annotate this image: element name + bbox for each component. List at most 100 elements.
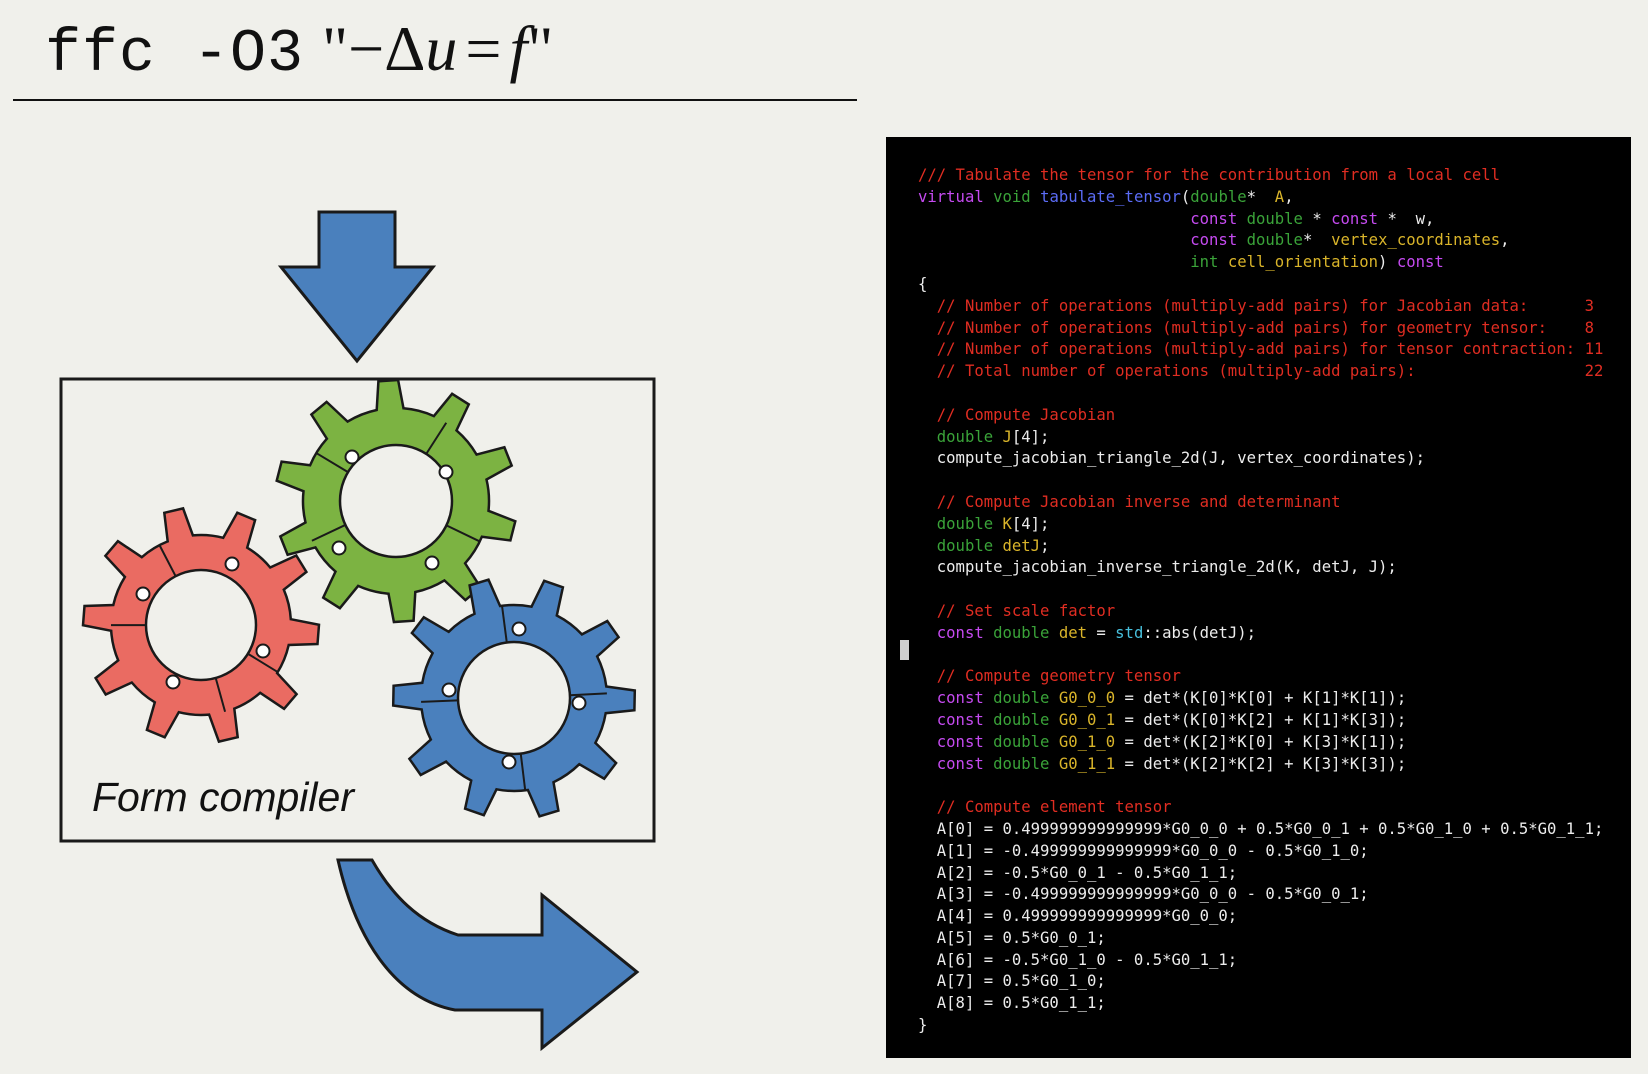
code-line: const double det = std::abs(detJ); bbox=[918, 623, 1603, 645]
code-token: * w, bbox=[1378, 209, 1435, 228]
gear-bolt-hole bbox=[571, 695, 587, 711]
code-token: /// Tabulate the tensor for the contribu… bbox=[918, 166, 1501, 184]
code-line: const double G0_1_0 = det*(K[2]*K[0] + K… bbox=[918, 732, 1603, 754]
code-line: compute_jacobian_triangle_2d(J, vertex_c… bbox=[918, 448, 1603, 470]
gear-bolt-hole bbox=[255, 643, 271, 659]
code-listing: /// Tabulate the tensor for the contribu… bbox=[918, 165, 1603, 1037]
code-line: double J[4]; bbox=[918, 427, 1603, 449]
blue-gear-icon bbox=[391, 578, 637, 818]
minus-sign: − bbox=[348, 13, 385, 84]
code-line: int cell_orientation) const bbox=[918, 252, 1603, 274]
variable-f: f bbox=[509, 13, 528, 84]
code-token: // Compute element tensor bbox=[918, 798, 1172, 817]
code-line: A[8] = 0.5*G0_1_1; bbox=[918, 993, 1603, 1015]
code-token: // Compute Jacobian inverse and determin… bbox=[918, 492, 1341, 511]
code-token: A[7] = 0.5*G0_1_0; bbox=[918, 972, 1106, 991]
code-line: A[5] = 0.5*G0_0_1; bbox=[918, 928, 1603, 950]
code-token: G0_1_1 bbox=[1058, 754, 1116, 773]
code-token: [4]; bbox=[1011, 427, 1050, 446]
code-token: = det*(K[2]*K[2] + K[3]*K[3]); bbox=[1115, 754, 1407, 773]
code-token: , bbox=[1500, 231, 1510, 250]
code-token: double bbox=[993, 689, 1059, 708]
code-token: G0_0_0 bbox=[1058, 689, 1116, 708]
command-text: ffc -O3 bbox=[45, 21, 305, 89]
code-line: { bbox=[918, 274, 1603, 296]
code-token: const bbox=[1190, 231, 1247, 250]
slide-title: ffc -O3 "−Δu = f" bbox=[45, 12, 553, 92]
gear-bolt-hole bbox=[511, 621, 527, 637]
equals-sign: = bbox=[465, 13, 502, 84]
code-line: const double G0_0_0 = det*(K[0]*K[0] + K… bbox=[918, 688, 1603, 710]
code-token: = det*(K[0]*K[0] + K[1]*K[1]); bbox=[1115, 689, 1407, 708]
code-token: A bbox=[1274, 187, 1285, 206]
code-line: double K[4]; bbox=[918, 514, 1603, 536]
gear-bolt-hole bbox=[344, 449, 360, 465]
code-token: detJ bbox=[1002, 536, 1041, 555]
code-line: A[7] = 0.5*G0_1_0; bbox=[918, 971, 1603, 993]
gear-bolt-hole bbox=[438, 464, 454, 480]
code-token: A[6] = -0.5*G0_1_0 - 0.5*G0_1_1; bbox=[918, 950, 1238, 969]
gear-bolt-hole bbox=[441, 682, 457, 698]
code-line: // Compute element tensor bbox=[918, 797, 1603, 819]
gear-bolt-hole bbox=[501, 754, 517, 770]
code-token: // Total number of operations (multiply-… bbox=[918, 362, 1604, 381]
input-arrow-icon bbox=[277, 210, 437, 364]
code-line: compute_jacobian_inverse_triangle_2d(K, … bbox=[918, 557, 1603, 579]
equation: "−Δu = f" bbox=[322, 12, 553, 86]
code-line: A[3] = -0.499999999999999*G0_0_0 - 0.5*G… bbox=[918, 884, 1603, 906]
code-token: * bbox=[1302, 209, 1332, 228]
text-cursor bbox=[900, 640, 909, 660]
code-token: compute_jacobian_triangle_2d(J, vertex_c… bbox=[918, 449, 1425, 468]
code-token: A[1] = -0.499999999999999*G0_0_0 - 0.5*G… bbox=[918, 841, 1369, 860]
code-token: double bbox=[1246, 231, 1303, 250]
code-token: // Number of operations (multiply-add pa… bbox=[918, 340, 1604, 359]
code-token: vertex_coordinates bbox=[1331, 231, 1501, 250]
code-token: double bbox=[1246, 209, 1303, 228]
code-token: const bbox=[1190, 209, 1247, 228]
code-line: A[2] = -0.5*G0_0_1 - 0.5*G0_1_1; bbox=[918, 863, 1603, 885]
laplacian-symbol: Δ bbox=[384, 13, 426, 84]
code-token: // Number of operations (multiply-add pa… bbox=[918, 296, 1594, 315]
code-token: G0_0_1 bbox=[1058, 710, 1116, 729]
code-token: } bbox=[918, 1016, 928, 1035]
code-token: const bbox=[1331, 209, 1379, 228]
code-token: const bbox=[918, 623, 994, 642]
code-token: double bbox=[918, 427, 1003, 446]
code-token: = det*(K[2]*K[0] + K[3]*K[1]); bbox=[1115, 732, 1407, 751]
code-token: A[8] = 0.5*G0_1_1; bbox=[918, 994, 1106, 1013]
code-token: A[3] = -0.499999999999999*G0_0_0 - 0.5*G… bbox=[918, 885, 1369, 904]
code-token: J bbox=[1002, 427, 1012, 446]
code-token: double bbox=[993, 623, 1059, 642]
close-quote: " bbox=[527, 13, 554, 84]
code-token: double bbox=[993, 754, 1059, 773]
gear-bolt-hole bbox=[165, 674, 181, 690]
code-line: A[4] = 0.499999999999999*G0_0_0; bbox=[918, 906, 1603, 928]
code-token: A[4] = 0.499999999999999*G0_0_0; bbox=[918, 907, 1238, 926]
code-token: K bbox=[1002, 514, 1012, 533]
code-token: const bbox=[918, 689, 994, 708]
code-line: // Number of operations (multiply-add pa… bbox=[918, 296, 1603, 318]
form-compiler-diagram: Form compiler bbox=[59, 210, 656, 1052]
generated-code-panel: /// Tabulate the tensor for the contribu… bbox=[886, 137, 1631, 1058]
code-token: , bbox=[1284, 187, 1294, 206]
code-token: double bbox=[993, 710, 1059, 729]
code-line: const double* vertex_coordinates, bbox=[918, 230, 1603, 252]
code-line: const double G0_0_1 = det*(K[0]*K[2] + K… bbox=[918, 710, 1603, 732]
code-token: // Set scale factor bbox=[918, 601, 1116, 620]
code-token: const bbox=[918, 732, 994, 751]
code-token: * bbox=[1246, 187, 1275, 206]
code-token: ) bbox=[1378, 253, 1397, 272]
code-line: A[6] = -0.5*G0_1_0 - 0.5*G0_1_1; bbox=[918, 950, 1603, 972]
open-quote: " bbox=[322, 13, 349, 84]
code-line: // Compute geometry tensor bbox=[918, 666, 1603, 688]
code-token: std bbox=[1115, 623, 1144, 642]
code-token: double bbox=[918, 514, 1003, 533]
code-token: // Compute geometry tensor bbox=[918, 667, 1181, 686]
